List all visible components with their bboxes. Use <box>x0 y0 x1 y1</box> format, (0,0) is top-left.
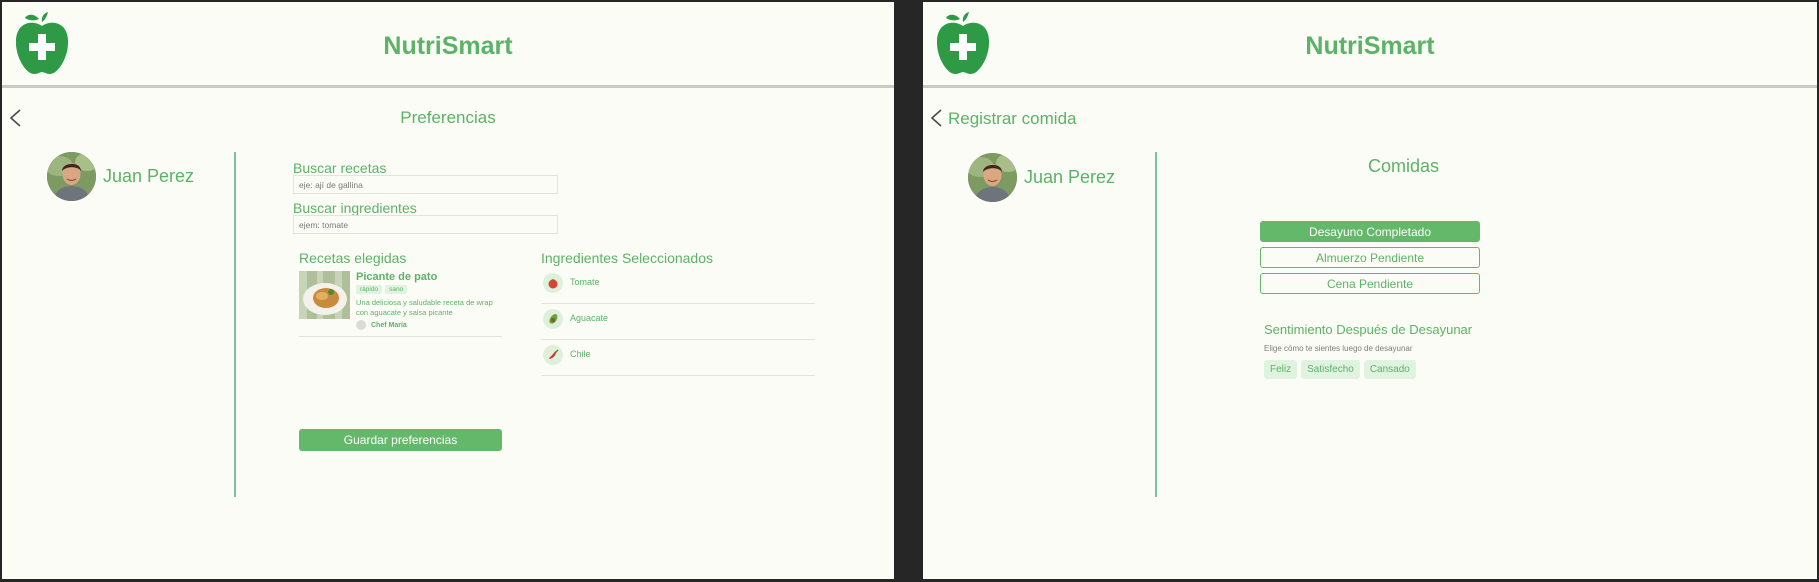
app-title: NutriSmart <box>1305 32 1435 60</box>
log-meal-screen: NutriSmart Registrar comida Juan Perez C… <box>923 2 1817 579</box>
vertical-divider <box>1155 152 1157 497</box>
feeling-subtitle: Elige cómo te sientes luego de desayunar <box>1264 344 1413 353</box>
user-name: Juan Perez <box>103 166 195 186</box>
user-profile: Juan Perez <box>47 152 194 201</box>
page-title: Preferencias <box>400 108 496 127</box>
tomato-icon <box>543 273 563 293</box>
selected-ingredients-title: Ingredientes Seleccionados <box>541 250 714 266</box>
app-header: NutriSmart <box>923 2 1817 88</box>
chosen-recipes-title: Recetas elegidas <box>299 250 407 266</box>
feeling-chip-feliz[interactable]: Feliz <box>1264 360 1298 379</box>
avocado-icon <box>543 309 563 329</box>
recipe-tags: rápido sano <box>356 285 408 294</box>
ingredient-item[interactable]: Tomate <box>541 268 815 304</box>
recipe-tag: sano <box>385 285 408 294</box>
avatar <box>968 153 1017 202</box>
meals-title: Comidas <box>1368 156 1440 176</box>
preferences-screen: NutriSmart Preferencias Juan Perez Busca… <box>2 2 894 579</box>
feeling-options: Feliz Satisfecho Cansado <box>1264 360 1416 379</box>
recipe-image <box>299 271 350 319</box>
user-name: Juan Perez <box>1024 167 1116 187</box>
recipe-tag: rápido <box>356 285 383 294</box>
chef-avatar <box>356 320 366 330</box>
meal-button-breakfast[interactable]: Desayuno Completado <box>1260 221 1480 242</box>
search-recipes-label: Buscar recetas <box>293 160 387 176</box>
recipe-chef: Chef María <box>356 320 407 330</box>
ingredient-item[interactable]: Aguacate <box>541 304 815 340</box>
chili-icon <box>543 345 563 365</box>
chef-name: Chef María <box>371 321 407 329</box>
back-chevron-icon[interactable] <box>929 108 943 128</box>
user-profile: Juan Perez <box>968 153 1115 202</box>
save-preferences-button[interactable]: Guardar preferencias <box>299 429 502 451</box>
meal-button-dinner[interactable]: Cena Pendiente <box>1260 273 1480 294</box>
app-title: NutriSmart <box>383 32 513 60</box>
ingredient-item[interactable]: Chile <box>541 340 815 376</box>
recipe-card[interactable]: Picante de pato rápido sano Una delicios… <box>299 271 502 337</box>
app-header: NutriSmart <box>2 2 894 88</box>
ingredient-label: Chile <box>570 349 591 359</box>
ingredient-label: Aguacate <box>570 313 609 323</box>
vertical-divider <box>234 152 236 497</box>
ingredient-label: Tomate <box>570 277 600 287</box>
feeling-chip-cansado[interactable]: Cansado <box>1363 360 1416 379</box>
page-title: Registrar comida <box>948 109 1077 128</box>
meal-button-lunch[interactable]: Almuerzo Pendiente <box>1260 247 1480 268</box>
feeling-title: Sentimiento Después de Desayunar <box>1264 322 1473 337</box>
search-recipes-input[interactable] <box>293 175 558 194</box>
avatar <box>47 152 96 201</box>
feeling-chip-satisfecho[interactable]: Satisfecho <box>1301 360 1360 379</box>
recipe-title: Picante de pato <box>356 271 438 283</box>
search-ingredients-input[interactable] <box>293 215 558 234</box>
search-ingredients-label: Buscar ingredientes <box>293 200 417 216</box>
recipe-description: Una deliciosa y saludable receta de wrap… <box>356 298 493 317</box>
